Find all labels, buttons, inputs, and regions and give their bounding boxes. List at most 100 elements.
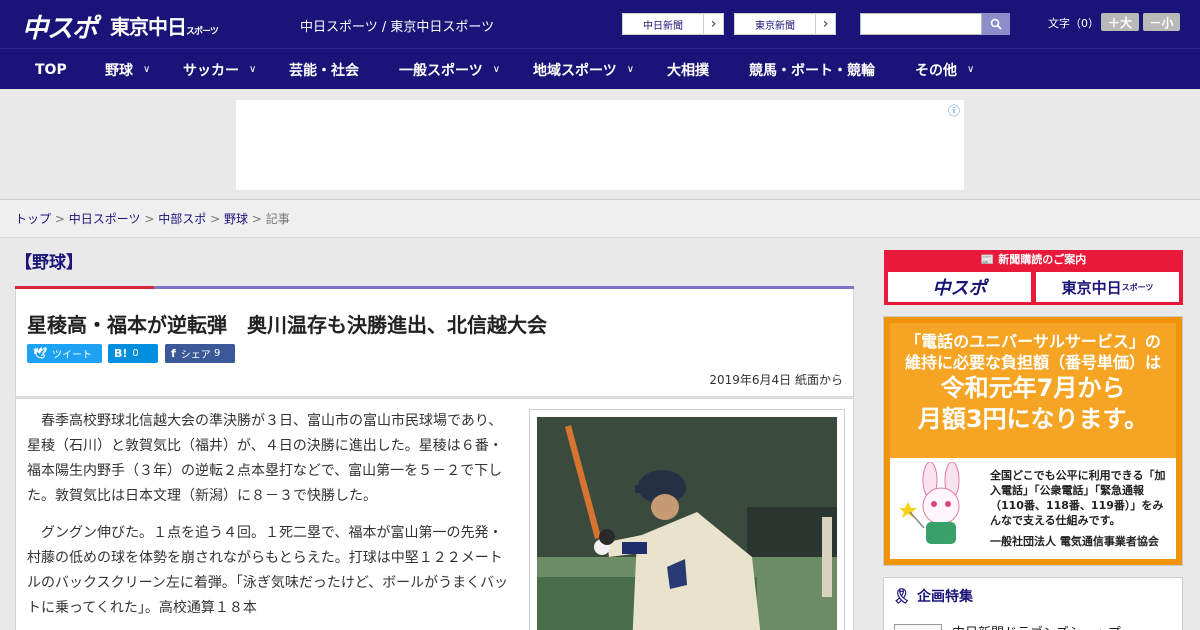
breadcrumb-link[interactable]: トップ: [15, 212, 51, 226]
nav-label: 競馬・ボート・競輪: [749, 62, 875, 79]
subscribe-tokyo-button[interactable]: 東京中日 スポーツ: [1036, 272, 1179, 302]
chevron-down-icon: ∨: [143, 64, 151, 75]
font-decrease-button[interactable]: －小: [1143, 13, 1180, 31]
search-icon: [990, 18, 1002, 30]
ribbon-icon: 🎗: [892, 587, 912, 605]
nav-item-entertainment[interactable]: 芸能・社会: [289, 49, 359, 90]
feature-item[interactable]: 中日新聞ドラゴンズショップ: [894, 622, 1121, 630]
ad-banner[interactable]: ⓘ: [236, 100, 964, 190]
promo-lower: 全国どこでも公平に利用できる「加入電話」「公衆電話」「緊急通報（110番、118…: [890, 458, 1176, 559]
breadcrumb-separator: >: [251, 212, 262, 226]
chevron-down-icon: ∨: [249, 64, 257, 75]
promo-line: 「電話のユニバーサルサービス」の: [905, 332, 1161, 351]
tokyo-shimbun-link[interactable]: 東京新聞 ›: [734, 13, 836, 35]
ad-info-icon[interactable]: ⓘ: [948, 102, 960, 119]
nav-item-others[interactable]: その他 ∨: [915, 49, 974, 90]
article-header: 星稜高・福本が逆転弾 奥川温存も決勝進出、北信越大会 🕊 ツイート B! 0 f シェ…: [15, 289, 854, 397]
tweet-button[interactable]: 🕊 ツイート: [27, 344, 102, 363]
main-nav: TOP 野球 ∨ サッカー ∨ 芸能・社会 一般スポーツ ∨ 地域スポーツ ∨ 大相撲 …: [0, 48, 1200, 89]
nav-label: 地域スポーツ: [533, 62, 617, 79]
nav-item-top[interactable]: TOP: [35, 49, 67, 90]
nav-item-sumo[interactable]: 大相撲: [667, 49, 709, 90]
nav-label: 芸能・社会: [289, 62, 359, 79]
ad-area: ⓘ: [0, 89, 1200, 200]
article-headline: 星稜高・福本が逆転弾 奥川温存も決勝進出、北信越大会: [27, 313, 547, 337]
site-title-link[interactable]: 中日スポーツ / 東京中日スポーツ: [300, 16, 494, 35]
ext-link-label: 東京新聞: [755, 20, 795, 32]
nav-label: 野球: [105, 62, 133, 79]
nav-label: 大相撲: [667, 62, 709, 79]
promo-line: 維持に必要な負担額（番号単価）は: [904, 353, 1161, 372]
batter-photo: [537, 417, 837, 630]
article-paragraph: グングン伸びた。１点を追う４回。１死二塁で、福本が富山第一の先発・村藤の低めの球…: [27, 525, 509, 616]
nav-label: その他: [915, 62, 957, 79]
breadcrumb-link[interactable]: 野球: [224, 212, 248, 226]
bunny-mascot-icon: [900, 462, 960, 544]
feature-item-label: 中日新聞ドラゴンズショップ: [952, 622, 1121, 630]
tokyo-logo-text: 東京中日: [110, 15, 187, 39]
chevron-down-icon: ∨: [492, 64, 501, 75]
article-body: 春季高校野球北信越大会の準決勝が３日、富山市の富山市民球場であり、星稜（石川）と…: [15, 398, 854, 630]
nav-item-racing[interactable]: 競馬・ボート・競輪: [749, 49, 875, 90]
breadcrumb-separator: >: [54, 212, 65, 226]
breadcrumb-link[interactable]: 中日スポーツ: [69, 212, 141, 226]
tokyo-logo-small: スポーツ: [186, 27, 219, 37]
promo-background: 「電話のユニバーサルサービス」の 維持に必要な負担額（番号単価）は 令和元年7月…: [890, 323, 1176, 559]
article-paragraph: 春季高校野球北信越大会の準決勝が３日、富山市の富山市民球場であり、星稜（石川）と…: [27, 413, 503, 504]
twitter-icon: 🕊: [33, 347, 47, 360]
nav-item-baseball[interactable]: 野球 ∨: [105, 49, 150, 90]
breadcrumb-current: 記事: [265, 212, 290, 226]
tweet-label: ツイート: [51, 350, 92, 361]
subscribe-chuspo-button[interactable]: 中スポ: [888, 272, 1031, 302]
breadcrumb-link[interactable]: 中部スポ: [158, 212, 206, 226]
article-photo-frame: [529, 409, 845, 630]
tokyo-chunichi-logo[interactable]: 東京中日スポーツ: [110, 11, 219, 40]
feature-section: 🎗 企画特集 中日新聞ドラゴンズショップ: [883, 577, 1183, 630]
subscribe-tokyo-label: 東京中日: [1061, 278, 1122, 297]
header-bar: 中スポ 東京中日スポーツ 中日スポーツ / 東京中日スポーツ 中日新聞 › 東京…: [0, 0, 1200, 48]
hatena-bookmark-button[interactable]: B! 0: [108, 344, 158, 363]
facebook-icon: f: [171, 347, 176, 360]
nav-label: 一般スポーツ: [399, 62, 483, 79]
facebook-label: シェア: [180, 350, 211, 361]
breadcrumb: トップ > 中日スポーツ > 中部スポ > 野球 > 記事: [0, 200, 1200, 238]
promo-line: 月額3円になります。: [917, 405, 1149, 433]
nav-item-general-sports[interactable]: 一般スポーツ ∨: [399, 49, 500, 90]
facebook-count: 9: [213, 348, 221, 359]
promo-line: 令和元年7月から: [940, 374, 1126, 402]
promo-organization: 一般社団法人 電気通信事業者協会: [990, 535, 1159, 548]
article-photo[interactable]: [537, 417, 837, 630]
hatena-count: 0: [132, 348, 139, 359]
nav-label: サッカー: [183, 62, 239, 79]
chuspo-logo[interactable]: 中スポ: [22, 8, 98, 45]
section-label: 【野球】: [15, 253, 83, 273]
nav-item-local-sports[interactable]: 地域スポーツ ∨: [533, 49, 634, 90]
search-button[interactable]: [982, 13, 1010, 35]
universal-service-ad[interactable]: 「電話のユニバーサルサービス」の 維持に必要な負担額（番号単価）は 令和元年7月…: [883, 316, 1183, 566]
subscription-banner: 📰 新聞購読のご案内 中スポ 東京中日 スポーツ: [884, 250, 1183, 305]
feature-thumbnail: [894, 623, 942, 630]
hatena-icon: B!: [114, 347, 128, 360]
nav-label: TOP: [35, 61, 67, 78]
promo-description: 全国どこでも公平に利用できる「加入電話」「公衆電話」「緊急通報（110番、118…: [990, 469, 1166, 527]
chevron-down-icon: ∨: [626, 64, 635, 75]
breadcrumb-separator: >: [210, 212, 221, 226]
feature-title-text: 企画特集: [917, 589, 974, 605]
ext-link-label: 中日新聞: [643, 20, 683, 32]
article-dateline: 2019年6月4日 紙面から: [709, 373, 843, 387]
font-increase-button[interactable]: ＋大: [1101, 13, 1139, 31]
nav-item-soccer[interactable]: サッカー ∨: [183, 49, 256, 90]
font-size-label: 文字（0）: [1048, 17, 1099, 30]
chevron-down-icon: ∨: [967, 64, 975, 75]
search-input[interactable]: [860, 13, 982, 35]
newspaper-icon: 📰: [980, 253, 995, 266]
subscription-header-text: 新聞購読のご案内: [998, 253, 1087, 266]
chunichi-shimbun-link[interactable]: 中日新聞 ›: [622, 13, 724, 35]
subscription-header: 📰 新聞購読のご案内: [884, 250, 1183, 270]
chevron-right-icon: ›: [703, 14, 723, 34]
facebook-share-button[interactable]: f シェア 9: [165, 344, 235, 363]
promo-headline: 「電話のユニバーサルサービス」の 維持に必要な負担額（番号単価）は 令和元年7月…: [896, 331, 1170, 435]
feature-title: 🎗 企画特集: [892, 586, 973, 606]
breadcrumb-separator: >: [144, 212, 155, 226]
article-text: 春季高校野球北信越大会の準決勝が３日、富山市の富山市民球場であり、星稜（石川）と…: [27, 409, 509, 630]
